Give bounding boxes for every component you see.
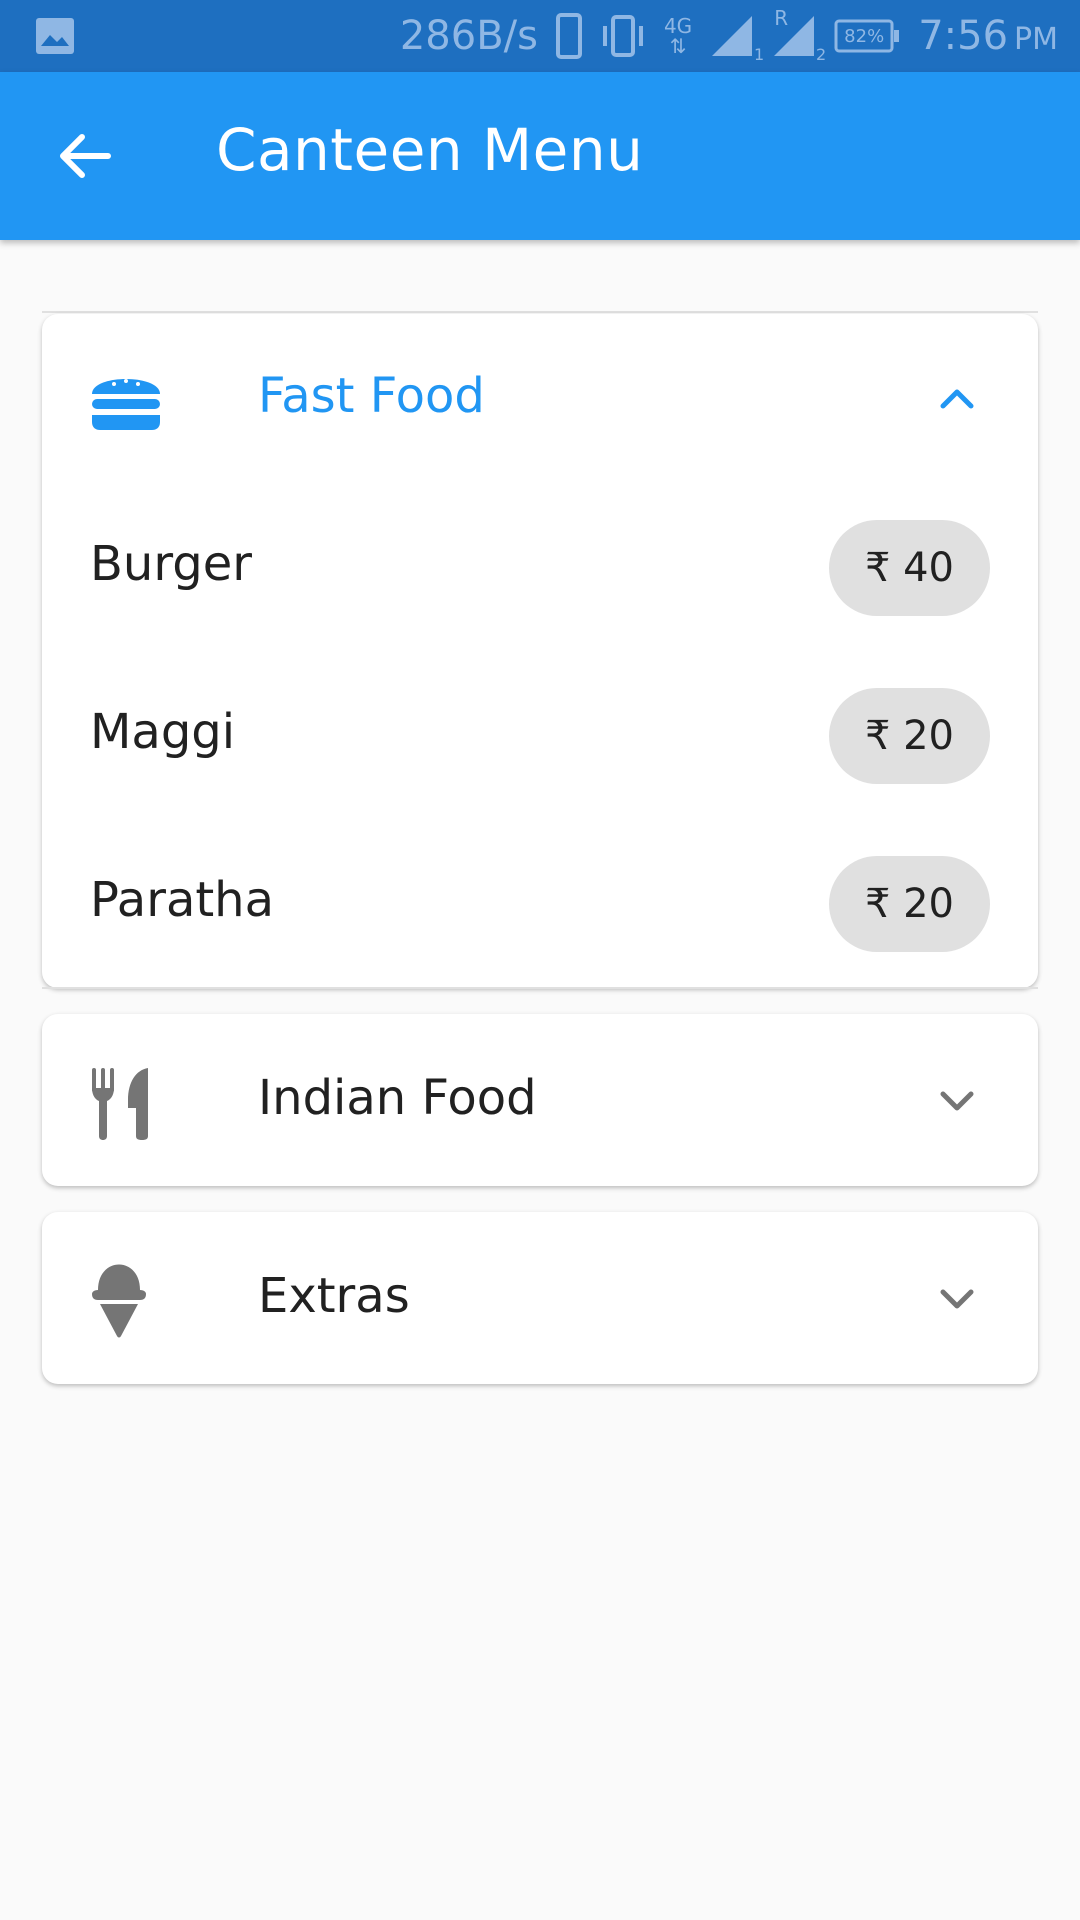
- menu-section-extras: Extras: [42, 1212, 1038, 1384]
- restaurant-icon: [90, 1066, 152, 1144]
- signal-icon: 1: [710, 14, 764, 64]
- ampm: PM: [1014, 22, 1058, 57]
- item-name: Paratha: [90, 872, 275, 928]
- clock: 7:56 PM: [918, 13, 1058, 59]
- section-label: Fast Food: [258, 368, 485, 424]
- net-speed: 286B/s: [399, 13, 538, 59]
- chevron-up-icon: [930, 372, 984, 426]
- divider: [42, 987, 1038, 989]
- back-button[interactable]: [52, 124, 116, 188]
- divider: [42, 311, 1038, 313]
- item-name: Maggi: [90, 704, 236, 760]
- section-header-fast-food[interactable]: Fast Food: [42, 314, 1038, 484]
- list-item: Maggi ₹ 20: [42, 652, 1038, 820]
- app-bar: Canteen Menu: [0, 72, 1080, 240]
- chevron-down-icon: [930, 1074, 984, 1128]
- status-bar: 286B/s 4G ⇅ 1 R 2 82% 7:56 PM: [0, 0, 1080, 72]
- phone-icon: [555, 13, 582, 59]
- sim2-label: 2: [816, 45, 827, 64]
- section-header-indian-food[interactable]: Indian Food: [42, 1014, 1038, 1186]
- list-item: Paratha ₹ 20: [42, 820, 1038, 988]
- item-name: Burger: [90, 536, 252, 592]
- list-item: Burger ₹ 40: [42, 484, 1038, 652]
- price-chip[interactable]: ₹ 20: [828, 688, 990, 784]
- price-chip[interactable]: ₹ 40: [828, 520, 990, 616]
- network-type: 4G: [663, 14, 693, 38]
- time: 7:56: [918, 13, 1009, 59]
- arrow-back-icon: [60, 134, 111, 178]
- battery-percent: 82%: [844, 25, 885, 47]
- signal-roaming-icon: R 2: [772, 6, 826, 64]
- price-chip[interactable]: ₹ 20: [828, 856, 990, 952]
- section-header-extras[interactable]: Extras: [42, 1212, 1038, 1384]
- sim1-label: 1: [754, 45, 765, 64]
- menu-section-indian-food: Indian Food: [42, 1014, 1038, 1186]
- ice-cream-icon: [90, 1262, 148, 1342]
- menu-section-fast-food: Fast Food Burger ₹ 40 Maggi ₹ 20 Paratha…: [42, 314, 1038, 988]
- image-icon: [36, 18, 74, 54]
- battery-icon: 82%: [834, 19, 900, 53]
- hamburger-icon: [90, 366, 162, 436]
- section-label: Extras: [258, 1268, 410, 1324]
- roaming-label: R: [774, 6, 789, 30]
- chevron-down-icon: [930, 1272, 984, 1326]
- vibrate-icon: [600, 13, 646, 59]
- section-label: Indian Food: [258, 1070, 537, 1126]
- 4g-icon: 4G ⇅: [663, 14, 693, 58]
- page-title: Canteen Menu: [216, 116, 644, 184]
